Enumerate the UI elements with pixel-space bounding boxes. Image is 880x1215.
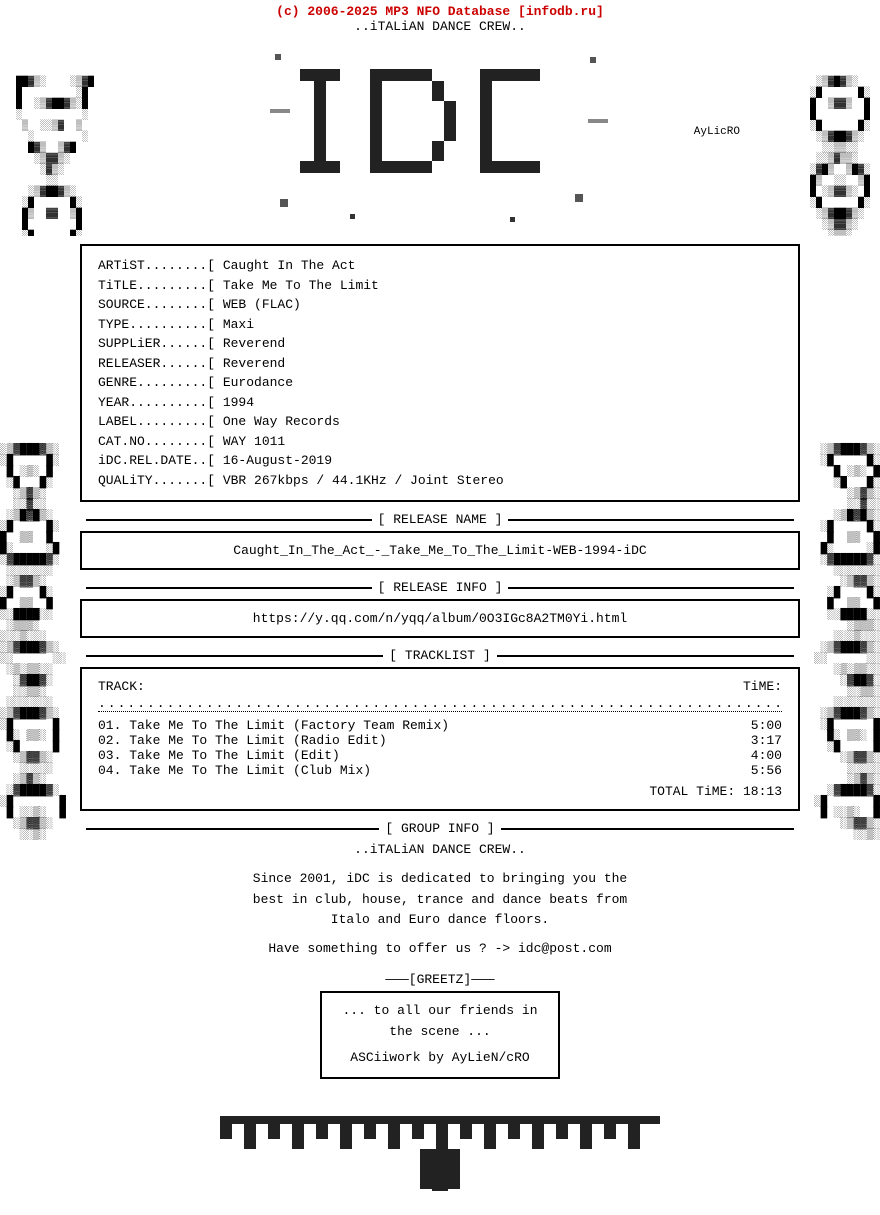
right-ascii-art: ░▒▓█▓▒░ ░█ █░ █ ▒▓▓▒ █ █ █ ░█ █░ ░▒▓██▓▒… [810,66,870,236]
release-info-url-box: https://y.qq.com/n/yqq/album/0O3IGc8A2TM… [80,599,800,638]
release-name-divider: [ RELEASE NAME ] [80,512,800,527]
track-title-2: 02. Take Me To The Limit (Radio Edit) [98,733,387,748]
divider-line-right3 [497,655,794,657]
track-title-4: 04. Take Me To The Limit (Club Mix) [98,763,371,778]
greetz-section-title: ———[GREETZ]——— [80,970,800,991]
greetz-line2: the scene ... [342,1022,538,1043]
tracklist-column-headers: TRACK: TiME: [98,679,782,694]
page-wrapper: (c) 2006-2025 MP3 NFO Database [infodb.r… [0,0,880,1215]
top-header: (c) 2006-2025 MP3 NFO Database [infodb.r… [0,0,880,36]
table-row: 03. Take Me To The Limit (Edit) 4:00 [98,748,782,763]
divider-line-left2 [86,587,372,589]
table-row: 02. Take Me To The Limit (Radio Edit) 3:… [98,733,782,748]
side-left-decoration: ░▒▓███▓▒░ ░█ █░ █ ░▒░ █ ░█ █░ ░▒▓▒░ ░░▓░… [0,434,80,841]
track-time-1: 5:00 [751,718,782,733]
track-title-3: 03. Take Me To The Limit (Edit) [98,748,340,763]
greetz-outer: ———[GREETZ]——— ... to all our friends in… [80,970,800,1079]
track-time-3: 4:00 [751,748,782,763]
divider-line-right4 [501,828,794,830]
track-title-1: 01. Take Me To The Limit (Factory Team R… [98,718,449,733]
release-url-text: https://y.qq.com/n/yqq/album/0O3IGc8A2TM… [253,611,627,626]
greetz-line3: ASCiiwork by AyLieN/cRO [342,1048,538,1069]
divider-line-left3 [86,655,383,657]
release-name-box: Caught_In_The_Act_-_Take_Me_To_The_Limit… [80,531,800,570]
group-info-header-label: [ GROUP INFO ] [385,821,494,836]
time-col-header: TiME: [743,679,782,694]
tracklist-dots: ........................................… [98,696,782,712]
release-name-header-label: [ RELEASE NAME ] [378,512,503,527]
greetz-box: ... to all our friends in the scene ... … [320,991,560,1079]
total-time-label: TOTAL TiME: [649,784,735,799]
table-row: 01. Take Me To The Limit (Factory Team R… [98,718,782,733]
logo-ascii [270,36,610,236]
copyright-text: (c) 2006-2025 MP3 NFO Database [infodb.r… [0,4,880,19]
group-desc3: Italo and Euro dance floors. [80,910,800,931]
group-name-text: ..iTALiAN DANCE CREW.. [80,840,800,861]
divider-line-left [86,519,372,521]
divider-line-right [508,519,794,521]
tracklist-header-label: [ TRACKLIST ] [389,648,490,663]
group-info-box: ..iTALiAN DANCE CREW.. Since 2001, iDC i… [80,840,800,1079]
total-time-row: TOTAL TiME: 18:13 [98,784,782,799]
group-info-divider: [ GROUP INFO ] [80,821,800,836]
track-time-2: 3:17 [751,733,782,748]
group-desc1: Since 2001, iDC is dedicated to bringing… [80,869,800,890]
crew-text: ..iTALiAN DANCE CREW.. [0,19,880,34]
bottom-ascii-art [0,1099,880,1215]
divider-line-left4 [86,828,379,830]
release-name-text: Caught_In_The_Act_-_Take_Me_To_The_Limit… [233,543,646,558]
release-info-divider: [ RELEASE INFO ] [80,580,800,595]
ascii-art-area: ██▓▒░ ░▒▓█ █ ░█ █ ░▒▓██▓▒░█ ░ ░ ▒ ░░▒▓ ▒… [0,36,880,236]
divider-line-right2 [508,587,794,589]
tracklist-box: TRACK: TiME: ...........................… [80,667,800,811]
greetz-title-label: [GREETZ] [409,972,471,987]
release-info-box: ARTiST........[ Caught In The Act TiTLE.… [80,244,800,502]
release-info-text: ARTiST........[ Caught In The Act TiTLE.… [98,256,782,490]
main-content: ARTiST........[ Caught In The Act TiTLE.… [0,244,880,1079]
left-ascii-art: ██▓▒░ ░▒▓█ █ ░█ █ ░▒▓██▓▒░█ ░ ░ ▒ ░░▒▓ ▒… [10,66,94,236]
total-time-value: 18:13 [743,784,782,799]
tracklist-divider: [ TRACKLIST ] [80,648,800,663]
group-contact: Have something to offer us ? -> idc@post… [80,939,800,960]
table-row: 04. Take Me To The Limit (Club Mix) 5:56 [98,763,782,778]
group-desc2: best in club, house, trance and dance be… [80,890,800,911]
track-col-header: TRACK: [98,679,145,694]
release-info-header-label: [ RELEASE INFO ] [378,580,503,595]
side-right-decoration: ░▒▓███▓▒░ ░█ █░ █ ░▒░ █ ░█ █░ ░▒▓▒░ ░░▓░… [800,434,880,841]
track-list: 01. Take Me To The Limit (Factory Team R… [98,718,782,778]
greetz-line1: ... to all our friends in [342,1001,538,1022]
track-time-4: 5:56 [751,763,782,778]
aglicro-label: AyLicRO [694,126,740,138]
